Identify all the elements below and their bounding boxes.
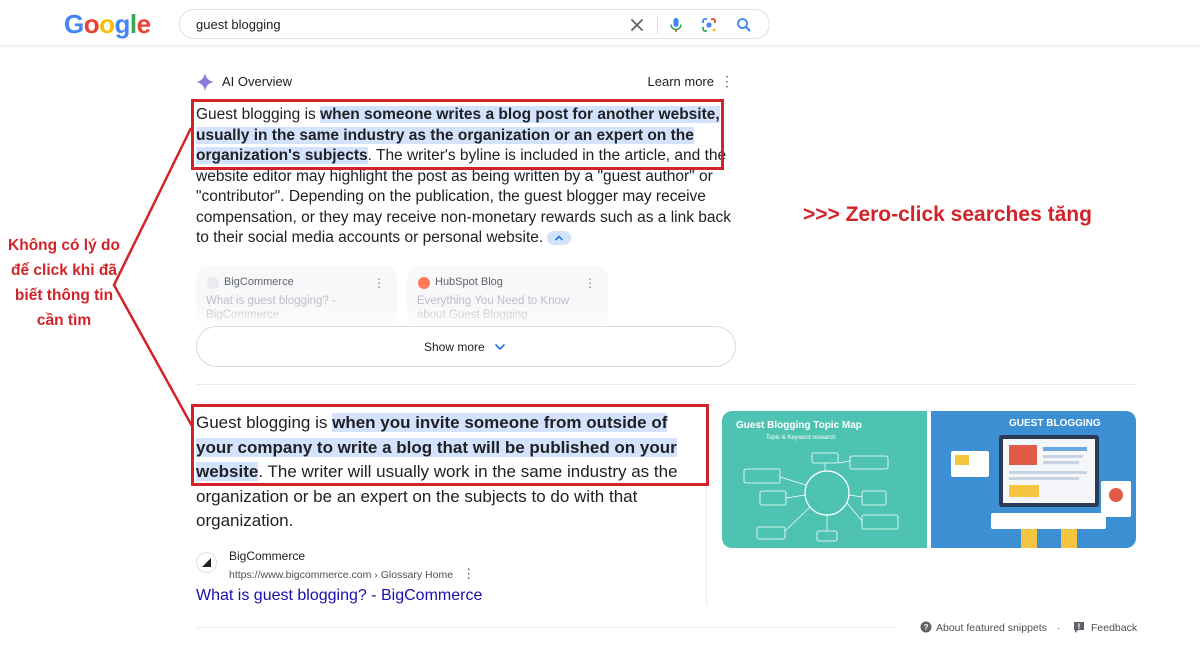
annotation-right-note: >>> Zero-click searches tăng xyxy=(803,203,1092,226)
annotation-arrows xyxy=(112,127,194,427)
annotation-left-note: Không có lý do để click khi đã biết thôn… xyxy=(8,237,120,329)
